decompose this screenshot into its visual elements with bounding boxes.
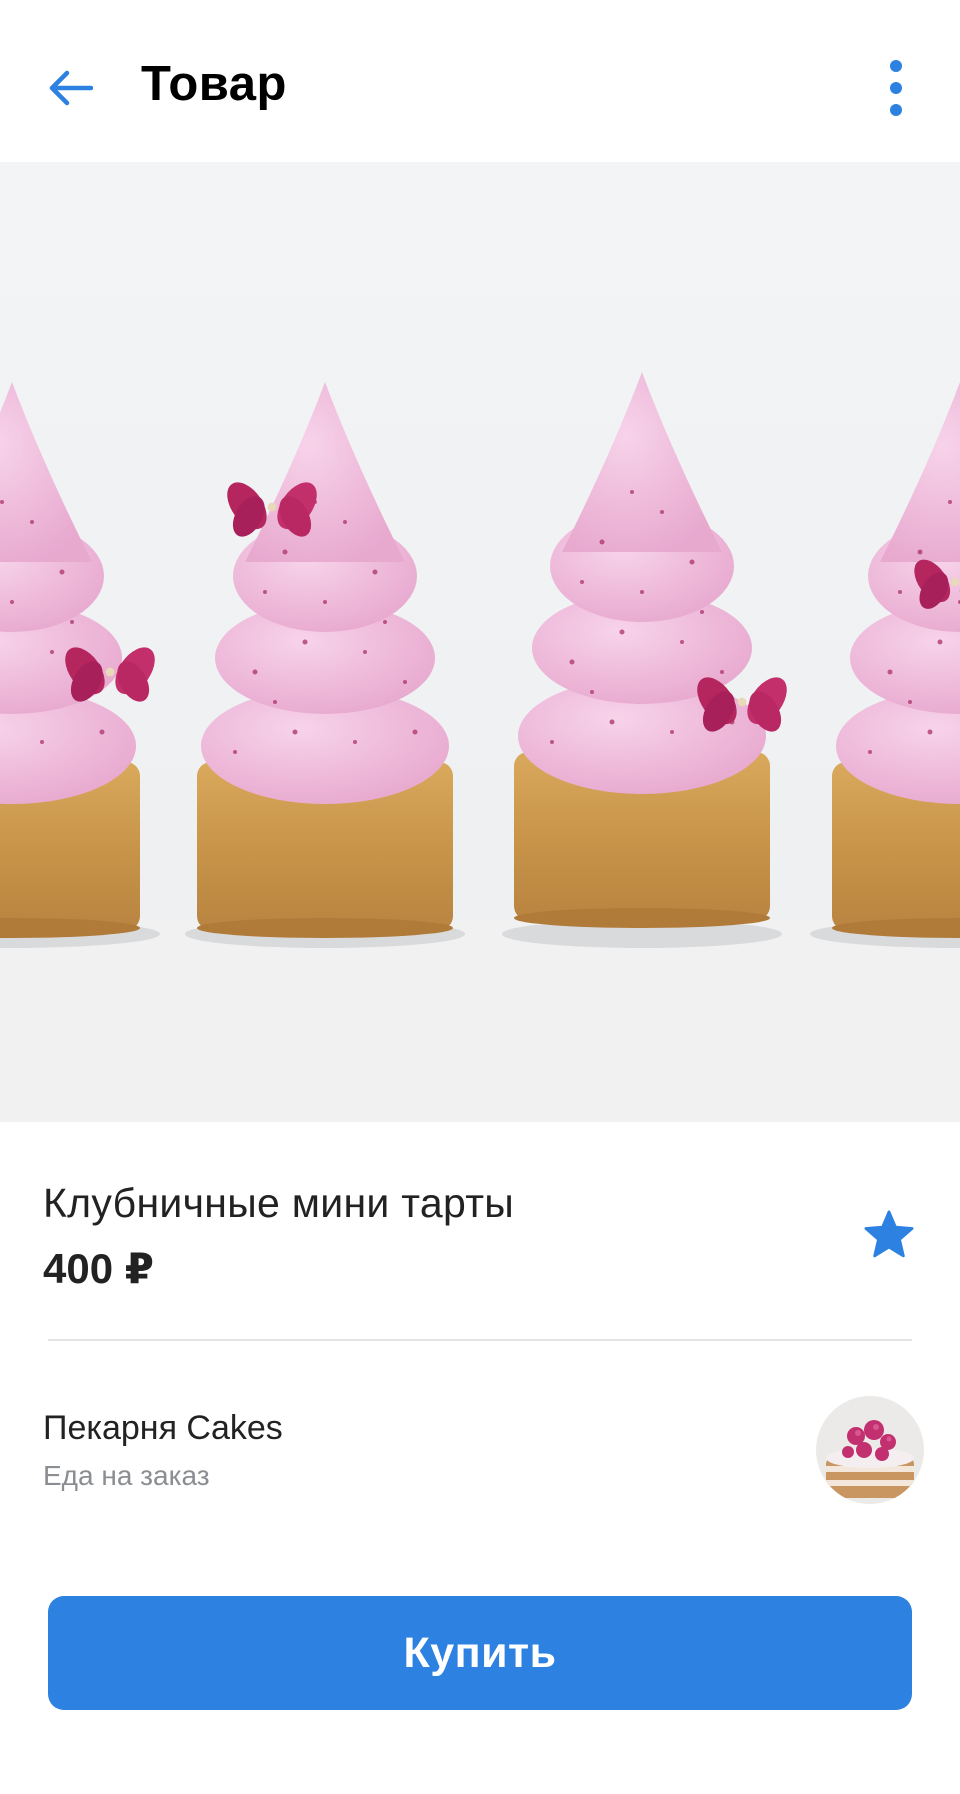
more-options-button[interactable]	[860, 52, 932, 124]
product-image[interactable]	[0, 162, 960, 1122]
arrow-left-icon	[49, 70, 93, 106]
top-app-bar: Товар	[0, 0, 960, 162]
product-title: Клубничные мини тарты	[43, 1180, 515, 1226]
seller-row[interactable]: Пекарня Cakes Еда на заказ	[0, 1380, 960, 1520]
star-icon	[864, 1210, 914, 1258]
page-title: Товар	[141, 57, 287, 111]
more-vertical-icon	[890, 60, 902, 116]
favorite-button[interactable]	[855, 1201, 923, 1269]
seller-avatar-image	[816, 1396, 924, 1504]
divider	[48, 1339, 912, 1341]
product-price: 400 ₽	[43, 1245, 154, 1292]
buy-button[interactable]: Купить	[48, 1596, 912, 1710]
product-photo	[0, 162, 960, 1122]
avatar[interactable]	[816, 1396, 924, 1504]
seller-name: Пекарня Cakes	[43, 1409, 283, 1447]
seller-description: Еда на заказ	[43, 1460, 210, 1491]
back-button[interactable]	[34, 52, 106, 124]
